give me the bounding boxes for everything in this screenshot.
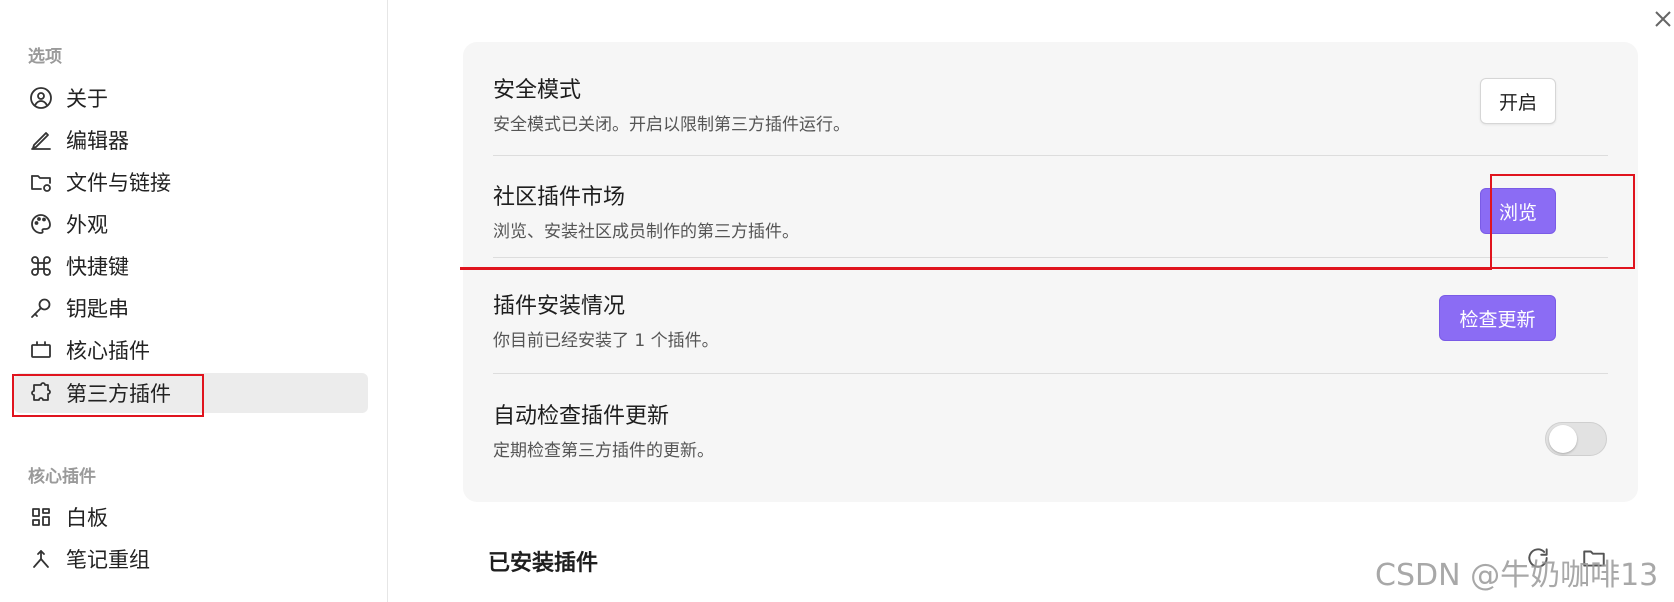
- divider: [493, 373, 1608, 374]
- sidebar-item-label: 外观: [66, 213, 108, 237]
- browse-plugins-button[interactable]: 浏览: [1480, 188, 1556, 234]
- merge-icon: [28, 546, 54, 572]
- sidebar-item-label: 关于: [66, 87, 108, 111]
- setting-community-marketplace: 社区插件市场 浏览、安装社区成员制作的第三方插件。: [493, 179, 1608, 242]
- core-plugins-heading: 核心插件: [28, 467, 96, 487]
- sidebar-item-core-plugins[interactable]: 核心插件: [14, 330, 368, 370]
- grid-icon: [28, 504, 54, 530]
- pencil-icon: [28, 127, 54, 153]
- sidebar-item-label: 编辑器: [66, 129, 129, 153]
- annotation-underline: [460, 267, 1492, 270]
- sidebar-item-label: 白板: [66, 506, 108, 530]
- sidebar-item-label: 核心插件: [66, 339, 150, 363]
- user-circle-icon: [28, 85, 54, 111]
- options-heading: 选项: [28, 47, 62, 67]
- sidebar-item-label: 第三方插件: [66, 382, 171, 406]
- close-icon[interactable]: [1652, 8, 1674, 30]
- watermark-text: CSDN @牛奶咖啡13: [1375, 558, 1659, 593]
- command-icon: [28, 253, 54, 279]
- setting-description: 定期检查第三方插件的更新。: [493, 441, 714, 461]
- setting-title: 安全模式: [493, 78, 582, 103]
- puzzle-icon: [28, 380, 54, 406]
- sidebar-item-keychain[interactable]: 钥匙串: [14, 288, 368, 328]
- setting-description: 安全模式已关闭。开启以限制第三方插件运行。: [493, 115, 850, 135]
- briefcase-icon: [28, 337, 54, 363]
- folder-settings-icon: [28, 169, 54, 195]
- check-updates-button[interactable]: 检查更新: [1439, 295, 1556, 341]
- sidebar-item-hotkeys[interactable]: 快捷键: [14, 246, 368, 286]
- sidebar-item-community-plugins[interactable]: 第三方插件: [14, 373, 368, 413]
- toggle-knob: [1549, 425, 1577, 453]
- key-icon: [28, 295, 54, 321]
- sidebar-item-label: 笔记重组: [66, 548, 150, 572]
- palette-icon: [28, 211, 54, 237]
- safe-mode-toggle-button[interactable]: 开启: [1480, 78, 1556, 124]
- sidebar-item-appearance[interactable]: 外观: [14, 204, 368, 244]
- setting-safe-mode: 安全模式 安全模式已关闭。开启以限制第三方插件运行。: [493, 72, 1608, 135]
- sidebar-item-note-composer[interactable]: 笔记重组: [14, 539, 368, 579]
- sidebar-item-label: 文件与链接: [66, 171, 171, 195]
- divider: [493, 155, 1608, 156]
- setting-description: 浏览、安装社区成员制作的第三方插件。: [493, 222, 799, 242]
- divider: [493, 257, 1608, 258]
- sidebar-item-files-links[interactable]: 文件与链接: [14, 162, 368, 202]
- setting-title: 社区插件市场: [493, 185, 626, 210]
- sidebar-item-about[interactable]: 关于: [14, 78, 368, 118]
- sidebar-item-label: 快捷键: [66, 255, 129, 279]
- installed-plugins-heading: 已安装插件: [488, 551, 599, 576]
- plugin-settings-card: 安全模式 安全模式已关闭。开启以限制第三方插件运行。 开启 社区插件市场 浏览、…: [463, 42, 1638, 502]
- setting-title: 自动检查插件更新: [493, 404, 670, 429]
- settings-sidebar: 选项 关于 编辑器 文件与链接 外观 快捷键 钥匙串 核心插件 第三方插件 核心…: [0, 0, 388, 602]
- setting-auto-check-updates: 自动检查插件更新 定期检查第三方插件的更新。: [493, 398, 1608, 461]
- sidebar-item-canvas[interactable]: 白板: [14, 497, 368, 537]
- sidebar-item-editor[interactable]: 编辑器: [14, 120, 368, 160]
- auto-check-updates-toggle[interactable]: [1545, 422, 1607, 456]
- sidebar-item-label: 钥匙串: [66, 297, 129, 321]
